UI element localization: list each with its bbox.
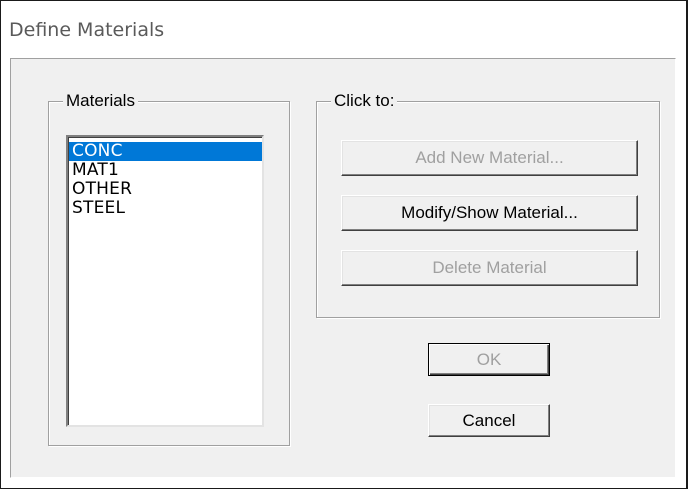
list-item[interactable]: MAT1 (69, 161, 262, 180)
modify-show-material-button[interactable]: Modify/Show Material... (341, 195, 638, 231)
click-to-group-label: Click to: (331, 91, 398, 111)
delete-material-button[interactable]: Delete Material (341, 250, 638, 286)
list-item[interactable]: OTHER (69, 180, 262, 199)
ok-button[interactable]: OK (428, 343, 550, 376)
window-title: Define Materials (9, 19, 165, 41)
add-new-material-button[interactable]: Add New Material... (341, 140, 638, 176)
materials-listbox[interactable]: CONC MAT1 OTHER STEEL (66, 135, 264, 427)
title-bar[interactable]: Define Materials (1, 1, 686, 59)
materials-group-label: Materials (63, 91, 138, 111)
cancel-button[interactable]: Cancel (428, 404, 550, 437)
list-item[interactable]: CONC (69, 142, 262, 161)
list-item[interactable]: STEEL (69, 199, 262, 218)
